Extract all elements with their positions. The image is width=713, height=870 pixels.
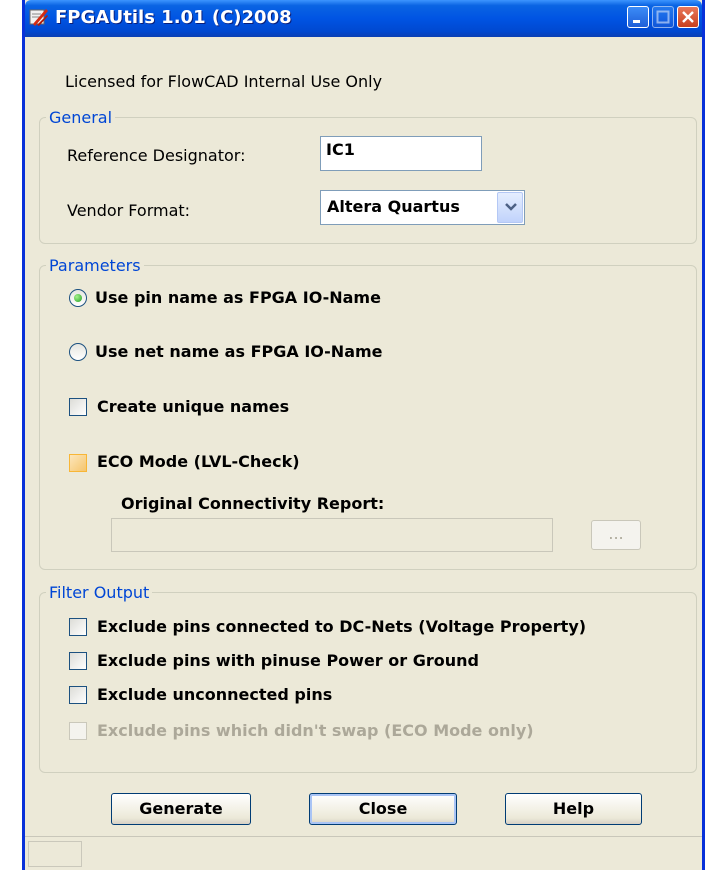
- ref-designator-input[interactable]: IC1: [320, 136, 482, 171]
- eco-mode-checkbox[interactable]: [69, 454, 87, 472]
- close-window-button[interactable]: [677, 6, 699, 28]
- report-path-input[interactable]: [111, 518, 553, 552]
- report-label: Original Connectivity Report:: [121, 494, 385, 513]
- pin-name-radio[interactable]: [69, 289, 87, 307]
- filter-output-legend: Filter Output: [49, 583, 150, 602]
- status-bar: [25, 836, 702, 870]
- license-text: Licensed for FlowCAD Internal Use Only: [65, 72, 383, 91]
- exclude-power-ground-checkbox[interactable]: [69, 652, 87, 670]
- app-icon: [29, 9, 48, 26]
- exclude-dc-nets-checkbox[interactable]: [69, 618, 87, 636]
- radio-selected-dot: [74, 294, 82, 302]
- unique-names-label[interactable]: Create unique names: [97, 397, 289, 416]
- unique-names-checkbox[interactable]: [69, 398, 87, 416]
- generate-button[interactable]: Generate: [111, 793, 251, 825]
- browse-button[interactable]: ...: [591, 520, 641, 550]
- eco-mode-label[interactable]: ECO Mode (LVL-Check): [97, 452, 300, 471]
- net-name-radio-label[interactable]: Use net name as FPGA IO-Name: [95, 342, 383, 361]
- help-button[interactable]: Help: [505, 793, 642, 825]
- exclude-unconnected-label[interactable]: Exclude unconnected pins: [97, 685, 332, 704]
- exclude-no-swap-label: Exclude pins which didn't swap (ECO Mode…: [97, 721, 534, 740]
- vendor-format-label: Vendor Format:: [67, 201, 191, 220]
- window-title: FPGAUtils 1.01 (C)2008: [55, 7, 292, 28]
- minimize-icon: [633, 20, 640, 23]
- exclude-unconnected-checkbox[interactable]: [69, 686, 87, 704]
- exclude-power-ground-label[interactable]: Exclude pins with pinuse Power or Ground: [97, 651, 479, 670]
- dropdown-arrow[interactable]: [497, 192, 523, 223]
- minimize-button[interactable]: [627, 6, 649, 28]
- general-legend: General: [49, 108, 113, 127]
- exclude-dc-nets-label[interactable]: Exclude pins connected to DC-Nets (Volta…: [97, 617, 586, 636]
- vendor-format-select[interactable]: Altera Quartus: [320, 190, 525, 225]
- title-bar[interactable]: FPGAUtils 1.01 (C)2008: [25, 0, 702, 37]
- close-icon: [682, 11, 694, 23]
- maximize-icon: [656, 10, 670, 24]
- status-panel: [28, 841, 82, 867]
- maximize-button[interactable]: [652, 6, 674, 28]
- pin-name-radio-label[interactable]: Use pin name as FPGA IO-Name: [95, 288, 381, 307]
- parameters-legend: Parameters: [49, 256, 141, 275]
- chevron-down-icon: [505, 203, 517, 211]
- exclude-no-swap-checkbox[interactable]: [69, 722, 87, 740]
- filter-output-group: Filter Output: [39, 583, 697, 773]
- app-window: FPGAUtils 1.01 (C)2008 Licensed for Flow…: [22, 0, 705, 870]
- vendor-format-value: Altera Quartus: [327, 197, 460, 216]
- ref-designator-label: Reference Designator:: [67, 146, 246, 165]
- net-name-radio[interactable]: [69, 343, 87, 361]
- close-button[interactable]: Close: [309, 793, 457, 825]
